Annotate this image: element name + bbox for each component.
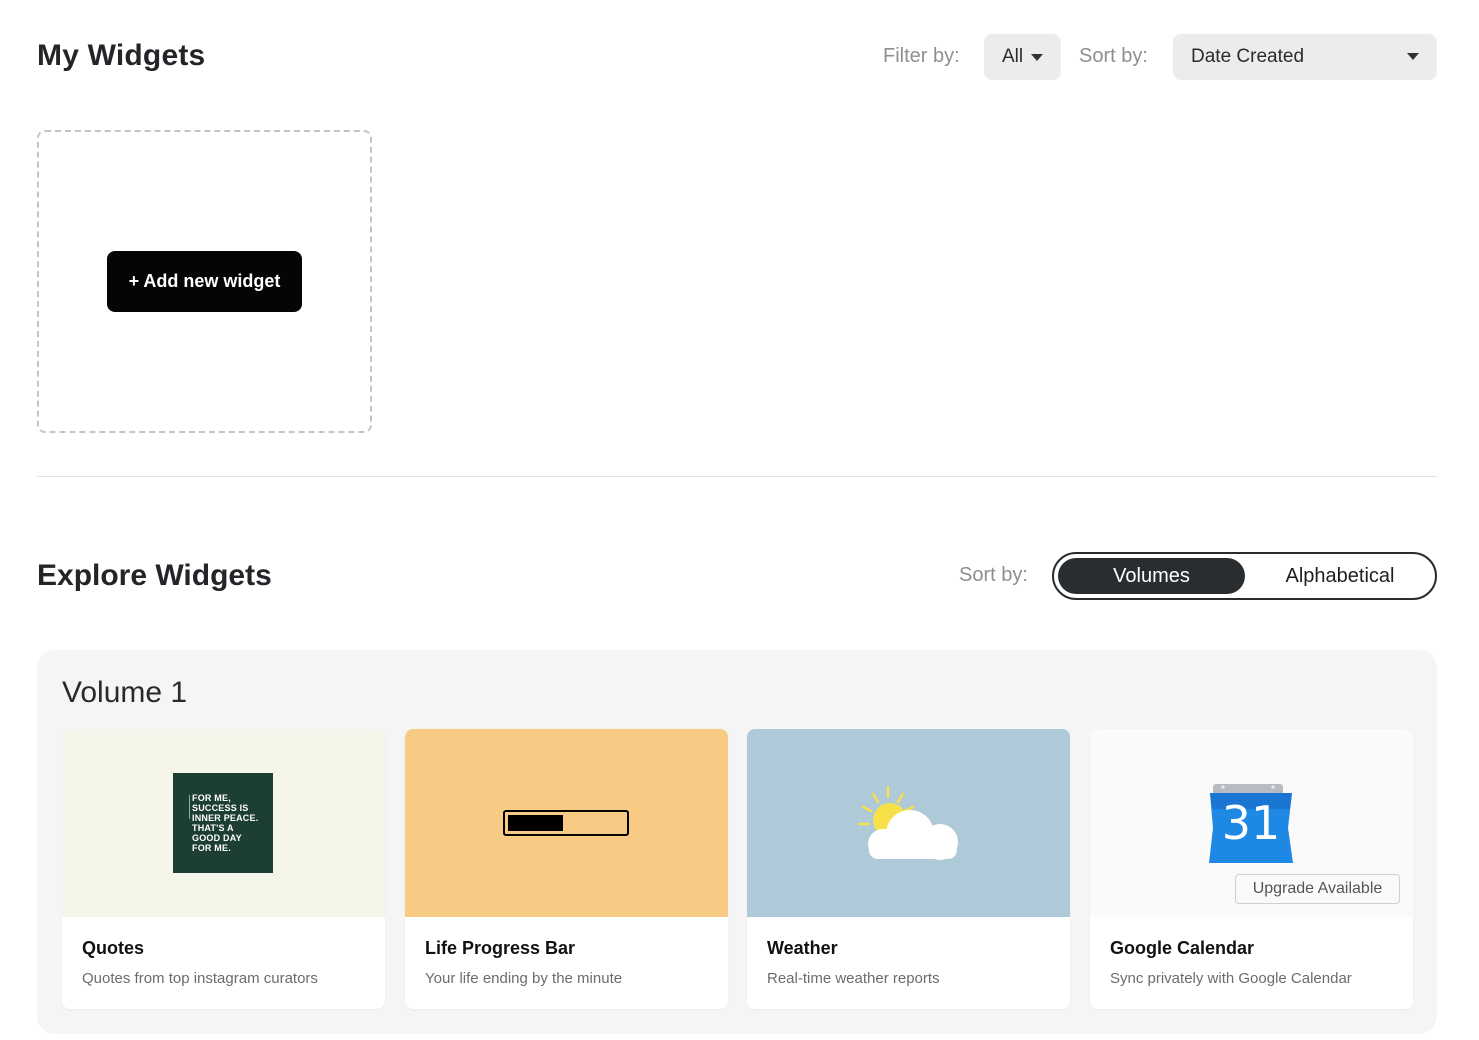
filter-value: All (1002, 46, 1024, 67)
widget-thumbnail: FOR ME, SUCCESS IS INNER PEACE. THAT'S A… (62, 729, 385, 917)
widget-title: Weather (767, 938, 838, 958)
volume-title: Volume 1 (62, 676, 188, 709)
explore-widgets-title: Explore Widgets (37, 559, 272, 592)
quote-line: GOOD DAY (192, 833, 242, 843)
quote-line: INNER PEACE. (192, 813, 259, 823)
widget-thumbnail (747, 729, 1070, 917)
widget-thumbnail: 31 Upgrade Available (1090, 729, 1413, 917)
widget-card-weather[interactable]: Weather Real-time weather reports (747, 729, 1070, 1009)
google-calendar-icon: 31 (1208, 783, 1294, 863)
widget-description: Real-time weather reports (767, 970, 940, 987)
my-widgets-title: My Widgets (37, 39, 206, 72)
filter-dropdown[interactable]: All (984, 34, 1061, 80)
quote-line: FOR ME, (192, 793, 231, 803)
quote-image: FOR ME, SUCCESS IS INNER PEACE. THAT'S A… (173, 773, 273, 873)
calendar-day: 31 (1221, 796, 1281, 850)
sort-value: Date Created (1191, 46, 1305, 67)
sort-option-volumes[interactable]: Volumes (1058, 558, 1245, 594)
upgrade-badge[interactable]: Upgrade Available (1235, 874, 1400, 904)
widget-thumbnail (405, 729, 728, 917)
explore-sort-label: Sort by: (959, 564, 1028, 586)
sort-label: Sort by: (1079, 45, 1148, 67)
add-new-widget-button[interactable]: + Add new widget (107, 251, 302, 312)
chevron-down-icon (1031, 53, 1044, 61)
sun-cloud-icon (857, 785, 958, 860)
widget-title: Quotes (82, 938, 145, 958)
widget-card-google-calendar[interactable]: 31 Upgrade Available Google Calendar Syn… (1090, 729, 1413, 1009)
widget-description: Your life ending by the minute (425, 970, 623, 987)
widget-description: Quotes from top instagram curators (82, 970, 318, 987)
explore-sort-toggle: Volumes Alphabetical (1052, 552, 1437, 600)
my-widgets-header: My Widgets Filter by: All Sort by: Date … (37, 34, 1437, 80)
quote-rule (189, 795, 190, 819)
widget-card-quotes[interactable]: FOR ME, SUCCESS IS INNER PEACE. THAT'S A… (62, 729, 385, 1009)
explore-widgets-header: Explore Widgets Sort by: Volumes Alphabe… (37, 552, 1437, 600)
sort-option-alphabetical[interactable]: Alphabetical (1247, 558, 1433, 594)
widget-card-life-progress-bar[interactable]: Life Progress Bar Your life ending by th… (405, 729, 728, 1009)
widget-title: Life Progress Bar (425, 938, 576, 958)
widget-description: Sync privately with Google Calendar (1110, 970, 1352, 987)
quote-line: SUCCESS IS (192, 803, 249, 813)
widget-title: Google Calendar (1110, 938, 1255, 958)
add-widget-card: + Add new widget (37, 130, 372, 433)
page: My Widgets Filter by: All Sort by: Date … (37, 0, 1437, 1040)
progress-bar-fill (508, 815, 563, 831)
progress-bar-icon (503, 810, 629, 836)
sort-dropdown[interactable]: Date Created (1173, 34, 1437, 80)
section-divider (37, 476, 1437, 477)
filter-label: Filter by: (883, 45, 960, 67)
volume-panel: Volume 1 FOR ME, SUCCESS IS INNER PEACE.… (37, 650, 1437, 1034)
quote-line: THAT'S A (192, 823, 234, 833)
chevron-down-icon (1407, 53, 1419, 60)
quote-line: FOR ME. (192, 843, 231, 853)
